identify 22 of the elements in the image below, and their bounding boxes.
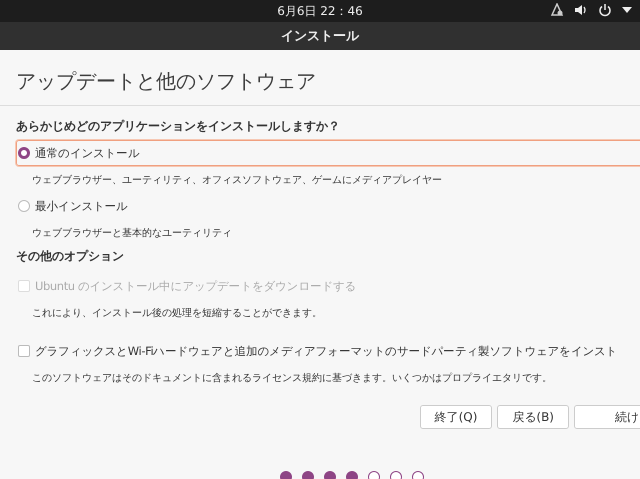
radio-button[interactable]	[18, 147, 30, 159]
continue-button[interactable]: 続け	[574, 405, 640, 429]
option-description: このソフトウェアはそのドキュメントに含まれるライセンス規約に基づきます。いくつかはプロプライエタリです。	[31, 372, 553, 386]
back-button[interactable]: 戻る(B)	[497, 405, 569, 429]
radio-button[interactable]	[18, 200, 30, 212]
page-heading: アップデートと他のソフトウェア	[16, 68, 317, 95]
checkbox[interactable]	[18, 345, 30, 357]
option-description: ウェブブラウザー、ユーティリティ、オフィスソフトウェア、ゲームにメディアプレイヤー	[31, 174, 443, 188]
radio-option[interactable]: 最小インストール	[16, 193, 640, 219]
option-description: これにより、インストール後の処理を短縮することができます。	[31, 306, 323, 321]
section-question: あらかじめどのアプリケーションをインストールしますか？	[16, 118, 341, 135]
option-description: ウェブブラウザーと基本的なユーティリティ	[31, 226, 233, 241]
power-icon[interactable]	[598, 3, 612, 17]
quit-button[interactable]: 終了(Q)	[420, 405, 492, 429]
clock[interactable]: 6月6日 22：46	[277, 2, 363, 20]
caret-icon[interactable]	[622, 7, 632, 13]
checkbox-option[interactable]: グラフィックスとWi-Fiハードウェアと追加のメディアフォーマットのサードパーティ製ソフトウェアをインスト	[16, 338, 640, 364]
section-title: その他のオプション	[16, 248, 125, 265]
window-title: インストール	[281, 28, 359, 45]
network-icon[interactable]	[550, 3, 564, 17]
radio-option[interactable]: 通常のインストール	[16, 140, 640, 166]
volume-icon[interactable]	[574, 3, 588, 17]
